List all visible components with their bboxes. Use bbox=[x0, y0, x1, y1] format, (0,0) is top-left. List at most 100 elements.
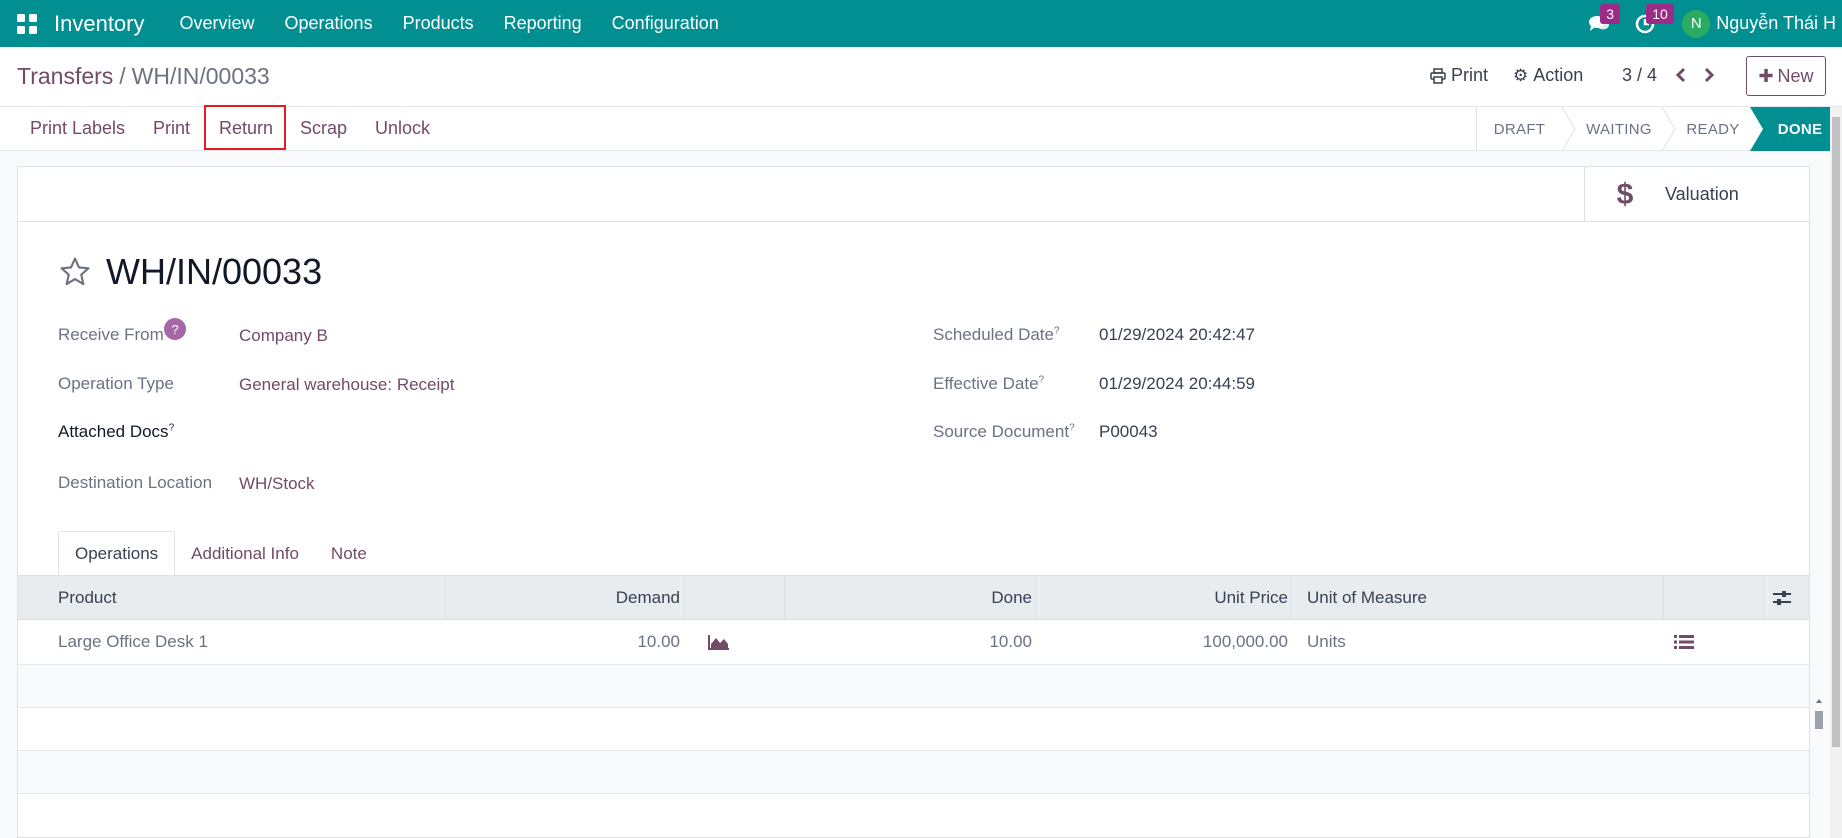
printer-icon bbox=[1430, 67, 1446, 84]
col-divider bbox=[784, 576, 785, 619]
notebook-tabs: Operations Additional Info Note bbox=[58, 531, 383, 576]
activities-button[interactable]: 10 bbox=[1622, 0, 1674, 47]
print-menu-button[interactable]: Print bbox=[1430, 65, 1488, 86]
return-button-highlight bbox=[204, 105, 286, 150]
receive-from-value[interactable]: Company B bbox=[239, 326, 328, 346]
dollar-icon: $ bbox=[1616, 177, 1634, 211]
cell-done[interactable]: 10.00 bbox=[788, 620, 1032, 664]
action-menu-button[interactable]: ⚙ Action bbox=[1513, 65, 1583, 86]
empty-row bbox=[18, 708, 1809, 751]
empty-row bbox=[18, 665, 1809, 708]
col-divider bbox=[1035, 576, 1036, 619]
breadcrumb: Transfers / WH/IN/00033 bbox=[17, 63, 270, 90]
col-divider bbox=[684, 576, 685, 619]
attached-docs-label-text: Attached Docs bbox=[58, 422, 169, 441]
sliders-icon bbox=[1773, 590, 1791, 605]
breadcrumb-current: WH/IN/00033 bbox=[131, 63, 270, 89]
col-uom[interactable]: Unit of Measure bbox=[1307, 576, 1427, 619]
col-demand[interactable]: Demand bbox=[448, 576, 680, 619]
new-button[interactable]: ✚ New bbox=[1746, 56, 1826, 96]
menu-reporting[interactable]: Reporting bbox=[489, 13, 597, 34]
messages-button[interactable]: 3 bbox=[1576, 0, 1622, 47]
effective-date-label-text: Effective Date bbox=[933, 374, 1039, 393]
pager-previous-button[interactable] bbox=[1668, 61, 1694, 89]
col-divider bbox=[1290, 576, 1291, 619]
detailed-operations-icon[interactable] bbox=[1674, 620, 1694, 664]
tab-operations[interactable]: Operations bbox=[58, 531, 176, 576]
user-name[interactable]: Nguyễn Thái H bbox=[1716, 13, 1842, 34]
new-button-label: New bbox=[1777, 65, 1814, 86]
col-divider bbox=[445, 576, 446, 619]
menu-products[interactable]: Products bbox=[388, 13, 489, 34]
chevron-right-icon bbox=[1704, 67, 1715, 83]
activities-badge: 10 bbox=[1646, 4, 1674, 24]
empty-row bbox=[18, 751, 1809, 794]
stage-ready-label: READY bbox=[1686, 120, 1740, 138]
cell-demand[interactable]: 10.00 bbox=[448, 620, 680, 664]
form-sheet: $ Valuation WH/IN/00033 Receive From ? C… bbox=[17, 166, 1823, 838]
col-unit-price[interactable]: Unit Price bbox=[1038, 576, 1288, 619]
stage-done[interactable]: DONE bbox=[1764, 107, 1836, 151]
stage-ready[interactable]: READY bbox=[1676, 107, 1750, 151]
cell-product[interactable]: Large Office Desk 1 bbox=[58, 620, 208, 664]
scheduled-date-label-text: Scheduled Date bbox=[933, 325, 1054, 344]
cell-uom[interactable]: Units bbox=[1307, 620, 1346, 664]
chevron-left-icon bbox=[1675, 67, 1686, 83]
print-labels-button[interactable]: Print Labels bbox=[30, 118, 125, 139]
apps-menu-icon[interactable] bbox=[0, 0, 54, 47]
record-name: WH/IN/00033 bbox=[106, 251, 323, 292]
stage-waiting[interactable]: WAITING bbox=[1576, 107, 1662, 151]
scrollbar-thumb[interactable] bbox=[1832, 117, 1840, 747]
scheduled-date-tooltip-mark[interactable]: ? bbox=[1054, 325, 1060, 336]
valuation-button[interactable]: $ Valuation bbox=[1584, 167, 1809, 222]
button-box: $ Valuation bbox=[18, 167, 1809, 222]
stage-draft-label: DRAFT bbox=[1493, 120, 1546, 138]
menu-overview[interactable]: Overview bbox=[165, 13, 270, 34]
cell-unit-price[interactable]: 100,000.00 bbox=[1038, 620, 1288, 664]
inner-scrollbar[interactable] bbox=[1813, 698, 1825, 733]
stage-separator bbox=[1562, 107, 1576, 151]
source-document-label: Source Document? bbox=[933, 422, 1075, 442]
page-scrollbar[interactable] bbox=[1830, 107, 1842, 838]
scheduled-date-value[interactable]: 01/29/2024 20:42:47 bbox=[1099, 325, 1255, 345]
valuation-label: Valuation bbox=[1665, 184, 1739, 204]
tab-note[interactable]: Note bbox=[315, 531, 383, 576]
stage-draft[interactable]: DRAFT bbox=[1476, 107, 1562, 151]
stage-waiting-label: WAITING bbox=[1586, 120, 1652, 138]
print-button[interactable]: Print bbox=[153, 118, 190, 139]
menu-operations[interactable]: Operations bbox=[270, 13, 388, 34]
gear-icon: ⚙ bbox=[1513, 65, 1529, 85]
operation-type-label: Operation Type bbox=[58, 374, 174, 393]
attached-docs-tooltip-mark[interactable]: ? bbox=[169, 422, 175, 433]
col-divider bbox=[1663, 576, 1664, 619]
top-navbar: Inventory Overview Operations Products R… bbox=[0, 0, 1842, 47]
source-document-value[interactable]: P00043 bbox=[1099, 422, 1158, 442]
avatar[interactable]: N bbox=[1682, 9, 1711, 38]
help-icon[interactable]: ? bbox=[164, 318, 186, 340]
col-done[interactable]: Done bbox=[788, 576, 1032, 619]
destination-value[interactable]: WH/Stock bbox=[239, 474, 315, 494]
main-menu: Overview Operations Products Reporting C… bbox=[165, 13, 734, 34]
breadcrumb-transfers[interactable]: Transfers bbox=[17, 63, 113, 89]
col-product[interactable]: Product bbox=[58, 576, 117, 619]
source-document-tooltip-mark[interactable]: ? bbox=[1069, 422, 1075, 433]
print-menu-label: Print bbox=[1451, 65, 1489, 85]
optional-columns-toggle[interactable] bbox=[1772, 576, 1792, 619]
menu-configuration[interactable]: Configuration bbox=[597, 13, 734, 34]
app-name[interactable]: Inventory bbox=[54, 11, 145, 37]
pager-value[interactable]: 3 / 4 bbox=[1622, 65, 1657, 86]
breadcrumb-separator: / bbox=[119, 63, 126, 89]
scrap-button[interactable]: Scrap bbox=[300, 118, 347, 139]
unlock-button[interactable]: Unlock bbox=[375, 118, 430, 139]
tab-additional-info[interactable]: Additional Info bbox=[175, 531, 315, 576]
control-panel: Transfers / WH/IN/00033 Print ⚙ Action 3 /… bbox=[0, 47, 1842, 107]
move-lines-table: Product Demand Done Unit Price Unit of M… bbox=[18, 575, 1809, 794]
stage-separator bbox=[1662, 107, 1676, 151]
forecast-chart-icon[interactable] bbox=[708, 620, 730, 664]
star-icon[interactable] bbox=[58, 255, 92, 289]
status-stages: DRAFT WAITING READY DONE bbox=[1476, 107, 1836, 151]
operation-type-value[interactable]: General warehouse: Receipt bbox=[239, 375, 454, 395]
effective-date-tooltip-mark[interactable]: ? bbox=[1039, 374, 1045, 385]
table-row[interactable]: Large Office Desk 1 10.00 10.00 100,000.… bbox=[18, 620, 1809, 665]
pager-next-button[interactable] bbox=[1696, 61, 1722, 89]
